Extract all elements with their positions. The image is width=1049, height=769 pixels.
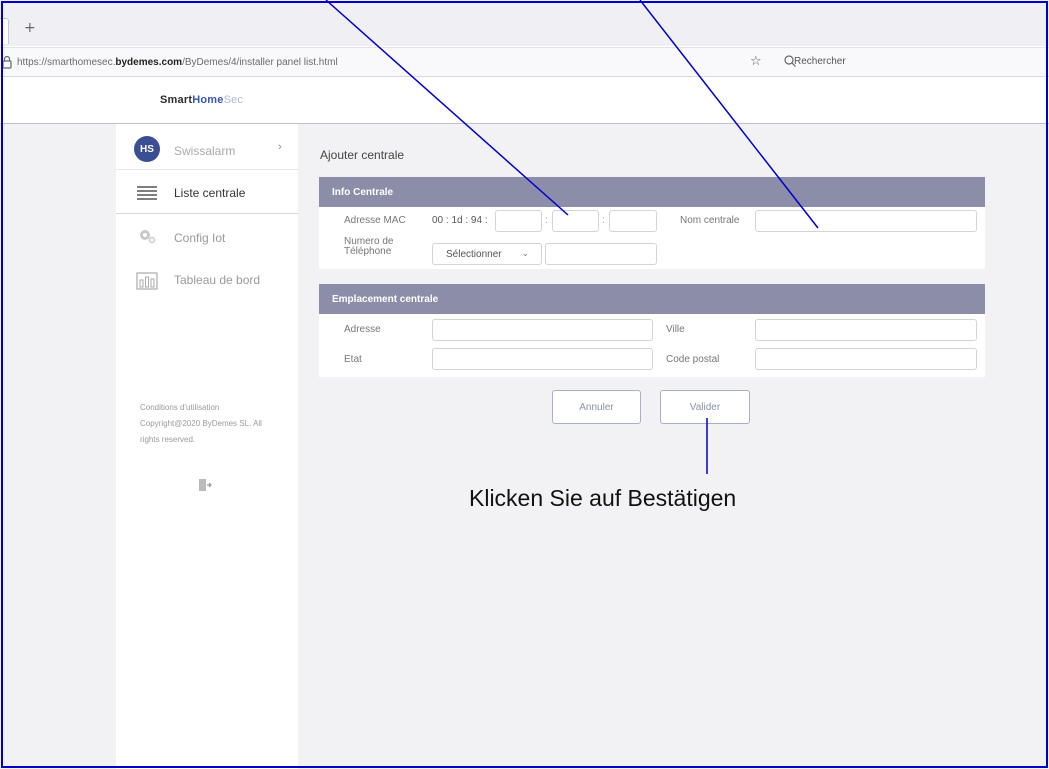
central-name-input[interactable] [755,210,977,232]
phone-label: Numero de Téléphone [344,236,394,257]
new-tab-button[interactable]: + [24,20,36,36]
sidebar-item-config-iot[interactable]: Config Iot [116,214,298,258]
state-input[interactable] [432,348,653,370]
bookmark-star-icon[interactable]: ☆ [750,54,762,69]
copyright-text: rights reserved. [140,435,196,444]
search-placeholder: Rechercher [794,56,846,67]
chevron-down-icon: ⌄ [521,248,529,258]
logout-icon[interactable] [198,478,212,492]
avatar: HS [134,136,160,162]
page-title: Ajouter centrale [320,148,405,162]
name-label: Nom centrale [680,215,740,226]
browser-tab-bar: + [0,0,1049,46]
mac-octet-6-input[interactable] [609,210,657,232]
list-icon [137,186,157,200]
mac-separator: : [602,215,605,226]
address-bar[interactable]: https://smarthomesec.bydemes.com/ByDemes… [0,47,1049,77]
user-menu[interactable]: HS Swissalarm › [116,124,298,170]
city-label: Ville [666,324,685,335]
terms-link[interactable]: Conditions d'utilisation [140,400,290,416]
dashboard-icon [136,272,158,290]
app-header: SmartHomeSec [0,78,1049,124]
chevron-right-icon: › [278,141,282,153]
browser-tab[interactable] [0,18,9,44]
mac-octet-4-input[interactable] [495,210,542,232]
postal-code-input[interactable] [755,348,977,370]
postal-code-label: Code postal [666,354,720,365]
brand-logo[interactable]: SmartHomeSec [160,94,243,106]
user-name: Swissalarm [174,144,236,158]
mac-label: Adresse MAC [344,215,406,226]
terms-footer: Conditions d'utilisation Copyright@2020 … [140,400,290,448]
copyright-text: Copyright@2020 ByDemes SL. All [140,419,262,428]
submit-button[interactable]: Valider [660,390,750,424]
url-text[interactable]: https://smarthomesec.bydemes.com/ByDemes… [17,57,338,68]
sidebar-item-label: Config Iot [174,231,226,245]
phone-country-select[interactable]: Sélectionner ⌄ [432,243,542,265]
sidebar-item-label: Liste centrale [174,186,246,200]
gear-icon [140,230,156,244]
annotation-callout: Klicken Sie auf Bestätigen [469,485,737,511]
mac-separator: : [545,215,548,226]
phone-number-input[interactable] [545,243,657,265]
address-label: Adresse [344,324,381,335]
mac-octet-5-input[interactable] [552,210,599,232]
sidebar: HS Swissalarm › Liste centrale Config Io… [116,124,298,769]
sidebar-item-tableau-de-bord[interactable]: Tableau de bord [116,258,298,302]
city-input[interactable] [755,319,977,341]
address-input[interactable] [432,319,653,341]
panel-title: Emplacement centrale [319,284,985,314]
browser-search-box[interactable]: Rechercher [777,50,1049,74]
cancel-button[interactable]: Annuler [552,390,641,424]
main-content: Ajouter centrale Info Centrale Adresse M… [298,124,1049,769]
left-gutter [0,124,116,769]
info-centrale-panel: Info Centrale Adresse MAC 00 : 1d : 94 :… [319,177,985,269]
state-label: Etat [344,354,362,365]
lock-icon [2,55,12,69]
sidebar-item-liste-centrale[interactable]: Liste centrale [116,170,298,214]
emplacement-centrale-panel: Emplacement centrale Adresse Ville Etat … [319,284,985,377]
mac-prefix: 00 : 1d : 94 : [432,215,488,226]
sidebar-item-label: Tableau de bord [174,273,261,287]
panel-title: Info Centrale [319,177,985,207]
